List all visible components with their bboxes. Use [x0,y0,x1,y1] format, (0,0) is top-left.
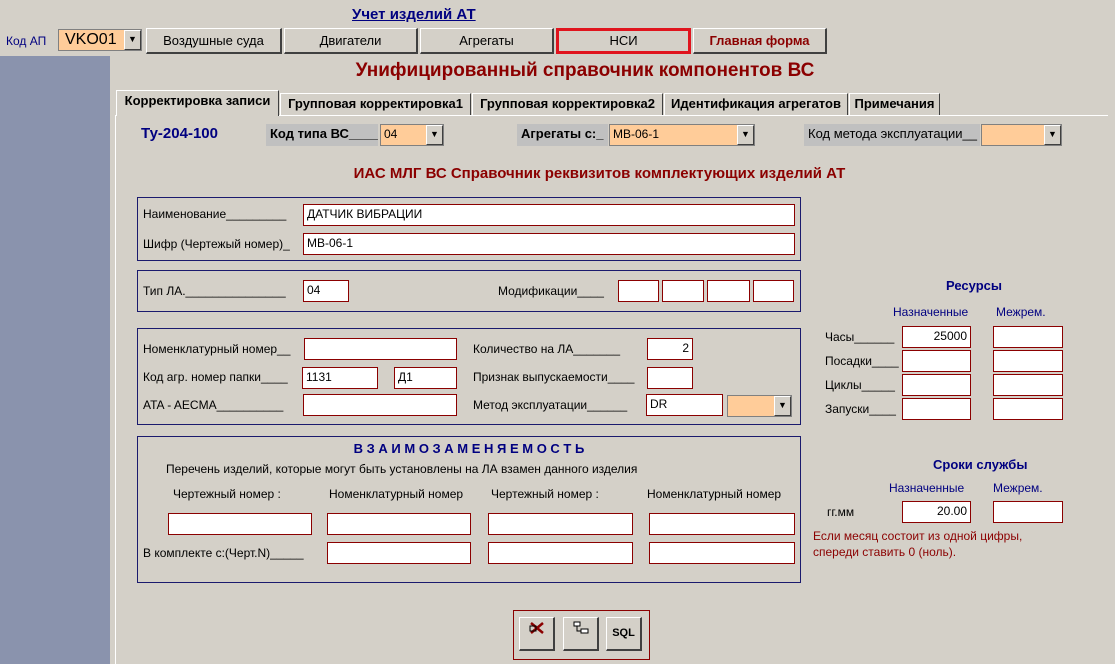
section-title: ИАС МЛГ ВС Справочник реквизитов комплек… [353,165,846,182]
interchange-drawing-field[interactable] [488,513,633,535]
yymm-label: гг.мм [827,505,855,519]
kit-field[interactable] [649,542,795,564]
aircraft-button[interactable]: Воздушные суда [146,28,282,54]
modifications-label: Модификации____ [498,284,604,298]
kod-ap-combo[interactable]: VKO01 ▼ [58,29,142,51]
kit-field[interactable] [488,542,633,564]
method-code-combo[interactable]: ▼ [981,124,1062,146]
type-code-label: Код типа ВС____ [266,124,378,146]
cycles-label: Циклы_____ [825,378,895,392]
delete-button[interactable] [519,617,555,651]
resources-between-header: Межрем. [996,305,1046,319]
ata-field[interactable] [303,394,457,416]
ata-label: ATA - AECMA__________ [143,398,284,412]
column-drawing-number-1: Чертежный номер : [173,487,281,501]
kod-ap-value: VKO01 [65,31,117,48]
engines-button[interactable]: Двигатели [284,28,418,54]
tab-unit-identification[interactable]: Идентификация агрегатов [664,93,848,115]
interchangeability-title: В З А И М О З А М Е Н Я Е М О С Т Ь [353,441,585,456]
app-title[interactable]: Учет изделий АТ [352,6,476,23]
nsi-button[interactable]: НСИ [556,28,691,54]
resources-title: Ресурсы [946,278,1002,293]
chevron-down-icon[interactable]: ▼ [737,125,754,145]
interchange-nomenclature-field[interactable] [649,513,795,535]
delete-icon [528,622,546,639]
drawing-code-field[interactable]: МВ-06-1 [303,233,795,255]
starts-between-field[interactable] [993,398,1063,420]
cycles-between-field[interactable] [993,374,1063,396]
aircraft-type-field[interactable]: 04 [303,280,349,302]
chevron-down-icon[interactable]: ▼ [1044,125,1061,145]
name-field[interactable]: ДАТЧИК ВИБРАЦИИ [303,204,795,226]
yymm-between-field[interactable] [993,501,1063,523]
interchange-drawing-field[interactable] [168,513,312,535]
left-panel [0,56,110,664]
operation-method-combo[interactable]: ▼ [727,395,792,417]
units-from-value: МВ-06-1 [613,127,660,141]
drawing-code-label: Шифр (Чертежый номер)_ [143,237,290,251]
form-title: Унифицированный справочник компонентов В… [355,60,815,81]
hours-label: Часы______ [825,330,895,344]
nomenclature-field[interactable] [304,338,457,360]
starts-label: Запуски____ [825,402,896,416]
modification-field[interactable] [707,280,750,302]
operation-method-label: Метод эксплуатации______ [473,398,628,412]
tab-group-edit-2[interactable]: Групповая корректировка2 [472,93,663,115]
hours-assigned-field[interactable]: 25000 [902,326,971,348]
type-code-value: 04 [384,127,398,141]
units-from-combo[interactable]: МВ-06-1 ▼ [609,124,755,146]
units-button[interactable]: Агрегаты [420,28,554,54]
tab-group-edit-1[interactable]: Групповая корректировка1 [280,93,471,115]
month-format-note: Если месяц состоит из одной цифры, спере… [813,529,1023,559]
quantity-field[interactable]: 2 [647,338,693,360]
tab-edit-record[interactable]: Корректировка записи [116,90,279,116]
modification-field[interactable] [662,280,704,302]
tab-notes[interactable]: Примечания [849,93,940,115]
hours-between-field[interactable] [993,326,1063,348]
chevron-down-icon[interactable]: ▼ [426,125,443,145]
modification-field[interactable] [753,280,794,302]
chevron-down-icon[interactable]: ▼ [124,30,141,50]
aircraft-type-label: Тип ЛА._______________ [143,284,286,298]
chevron-down-icon[interactable]: ▼ [774,396,791,416]
kod-ap-label: Код АП [6,34,47,48]
landings-assigned-field[interactable] [902,350,971,372]
service-between-header: Межрем. [993,481,1043,495]
kit-field[interactable] [327,542,471,564]
modification-field[interactable] [618,280,659,302]
column-drawing-number-2: Чертежный номер : [491,487,599,501]
unit-code-field[interactable]: 1131 [302,367,378,389]
landings-label: Посадки____ [825,354,899,368]
type-code-combo[interactable]: 04 ▼ [380,124,444,146]
main-form-button[interactable]: Главная форма [693,28,827,54]
structure-button[interactable] [563,617,599,651]
resources-assigned-header: Назначенные [893,305,969,319]
yymm-assigned-field[interactable]: 20.00 [902,501,971,523]
folder-code-label: Код агр. номер папки____ [143,370,288,384]
kit-label: В комплекте с:(Черт.N)_____ [143,546,304,560]
sql-button[interactable]: SQL [606,617,642,651]
operation-method-field[interactable]: DR [646,394,723,416]
service-assigned-header: Назначенные [889,481,965,495]
release-sign-label: Признак выпускаемости____ [473,370,635,384]
interchange-nomenclature-field[interactable] [327,513,471,535]
method-code-label: Код метода эксплуатации__ [804,124,980,146]
interchangeability-description: Перечень изделий, которые могут быть уст… [166,462,638,476]
release-sign-field[interactable] [647,367,693,389]
service-life-title: Сроки службы [933,457,1028,472]
tree-icon [572,621,590,639]
folder-number-field[interactable]: Д1 [394,367,457,389]
nomenclature-label: Номенклатурный номер__ [143,342,291,356]
cycles-assigned-field[interactable] [902,374,971,396]
column-nomenclature-number-2: Номенклатурный номер [647,487,782,501]
column-nomenclature-number-1: Номенклатурный номер [329,487,464,501]
aircraft-type: Ту-204-100 [141,125,218,142]
quantity-label: Количество на ЛА_______ [473,342,621,356]
landings-between-field[interactable] [993,350,1063,372]
starts-assigned-field[interactable] [902,398,971,420]
name-label: Наименование_________ [143,207,287,221]
units-from-label: Агрегаты с:_ [517,124,608,146]
